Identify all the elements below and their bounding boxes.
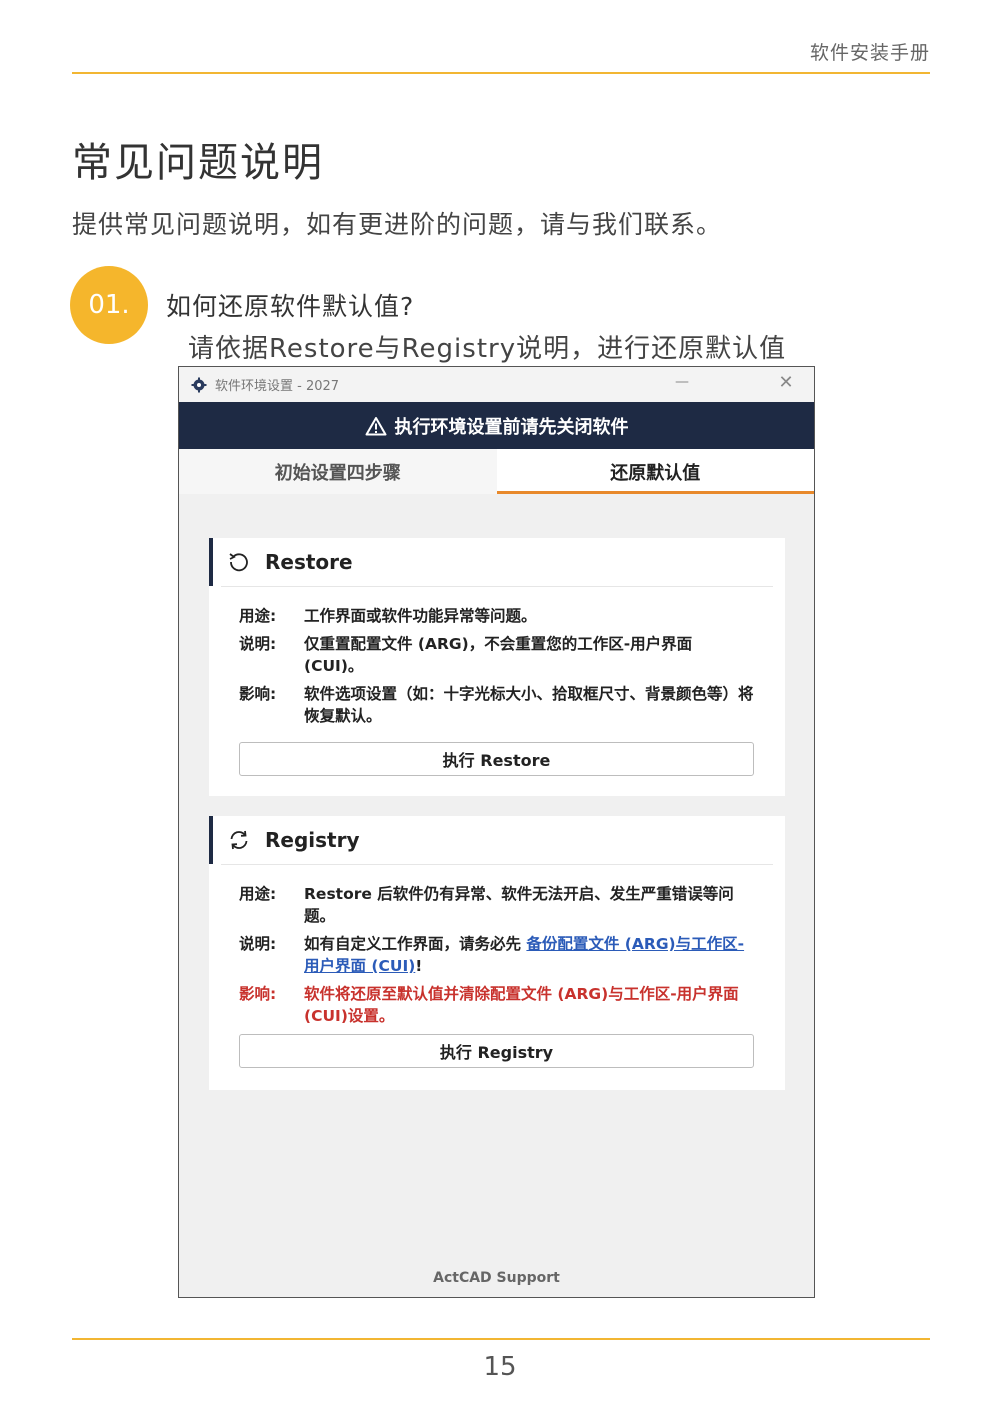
registry-usage-row: 用途: Restore 后软件仍有异常、软件无法开启、发生严重错误等问题。 bbox=[239, 883, 755, 927]
window-title: 软件环境设置 - 2027 bbox=[215, 379, 340, 394]
minimize-button[interactable]: — bbox=[672, 375, 692, 391]
refresh-icon bbox=[230, 830, 248, 850]
usage-value: Restore 后软件仍有异常、软件无法开启、发生严重错误等问题。 bbox=[304, 885, 734, 925]
question-title: 如何还原软件默认值? bbox=[166, 292, 415, 321]
warning-text: 执行环境设置前请先关闭软件 bbox=[394, 416, 629, 438]
desc-label: 说明: bbox=[239, 935, 277, 953]
gear-icon bbox=[191, 377, 207, 392]
warning-icon bbox=[365, 416, 387, 436]
restore-card: Restore 用途: 工作界面或软件功能异常等问题。 说明: 仅重置配置文件 … bbox=[209, 538, 785, 796]
registry-card-title: Registry bbox=[265, 828, 360, 852]
impact-label: 影响: bbox=[239, 985, 277, 1003]
registry-card-header: Registry bbox=[209, 816, 785, 864]
impact-value: 软件选项设置（如：十字光标大小、拾取框尺寸、背景颜色等）将恢复默认。 bbox=[304, 685, 754, 725]
page-number: 15 bbox=[483, 1352, 517, 1382]
undo-icon bbox=[229, 553, 248, 572]
restore-card-title: Restore bbox=[265, 550, 353, 574]
desc-value: 如有自定义工作界面，请务必先 备份配置文件 (ARG)与工作区-用户界面 (CU… bbox=[304, 933, 755, 977]
restore-card-header: Restore bbox=[209, 538, 785, 586]
registry-desc-row: 说明: 如有自定义工作界面，请务必先 备份配置文件 (ARG)与工作区-用户界面… bbox=[239, 933, 755, 977]
settings-window-screenshot: 软件环境设置 - 2027 — ✕ 执行环境设置前请先关闭软件 初始设置四步骤 … bbox=[178, 366, 815, 1298]
restore-usage-row: 用途: 工作界面或软件功能异常等问题。 bbox=[239, 605, 755, 627]
question-subtitle: 请依据Restore与Registry说明，进行还原默认值 bbox=[188, 334, 787, 364]
maximize-button[interactable] bbox=[714, 375, 734, 391]
usage-value: 工作界面或软件功能异常等问题。 bbox=[304, 607, 537, 625]
impact-value: 软件将还原至默认值并清除配置文件 (ARG)与工作区-用户界面 (CUI)设置。 bbox=[304, 985, 739, 1025]
manual-title: 软件安装手册 bbox=[809, 42, 930, 64]
question-number-badge: 01. bbox=[70, 266, 148, 344]
header-rule bbox=[72, 72, 930, 74]
usage-label: 用途: bbox=[239, 607, 277, 625]
run-registry-button[interactable]: 执行 Registry bbox=[239, 1034, 754, 1068]
desc-prefix: 如有自定义工作界面，请务必先 bbox=[304, 935, 527, 953]
question-number: 01. bbox=[88, 290, 130, 320]
restore-desc-row: 说明: 仅重置配置文件 (ARG)，不会重置您的工作区-用户界面 (CUI)。 bbox=[239, 633, 755, 677]
intro-text: 提供常见问题说明，如有更进阶的问题，请与我们联系。 bbox=[72, 210, 723, 239]
page-title: 常见问题说明 bbox=[72, 140, 324, 186]
tab-restore-defaults[interactable]: 还原默认值 bbox=[496, 449, 814, 494]
usage-label: 用途: bbox=[239, 885, 277, 903]
restore-impact-row: 影响: 软件选项设置（如：十字光标大小、拾取框尺寸、背景颜色等）将恢复默认。 bbox=[239, 683, 755, 727]
window-titlebar: 软件环境设置 - 2027 — ✕ bbox=[179, 367, 814, 402]
registry-card: Registry 用途: Restore 后软件仍有异常、软件无法开启、发生严重… bbox=[209, 816, 785, 1090]
desc-suffix: ! bbox=[415, 957, 423, 975]
close-button[interactable]: ✕ bbox=[776, 373, 796, 393]
footer-rule bbox=[72, 1338, 930, 1340]
run-restore-button[interactable]: 执行 Restore bbox=[239, 742, 754, 776]
registry-impact-row: 影响: 软件将还原至默认值并清除配置文件 (ARG)与工作区-用户界面 (CUI… bbox=[239, 983, 755, 1027]
warning-banner: 执行环境设置前请先关闭软件 bbox=[179, 402, 814, 449]
desc-value: 仅重置配置文件 (ARG)，不会重置您的工作区-用户界面 (CUI)。 bbox=[304, 635, 693, 675]
desc-label: 说明: bbox=[239, 635, 277, 653]
tab-bar: 初始设置四步骤 还原默认值 bbox=[179, 449, 814, 494]
support-footer: ActCAD Support bbox=[433, 1270, 560, 1286]
impact-label: 影响: bbox=[239, 685, 277, 703]
tab-initial-setup[interactable]: 初始设置四步骤 bbox=[179, 449, 497, 494]
